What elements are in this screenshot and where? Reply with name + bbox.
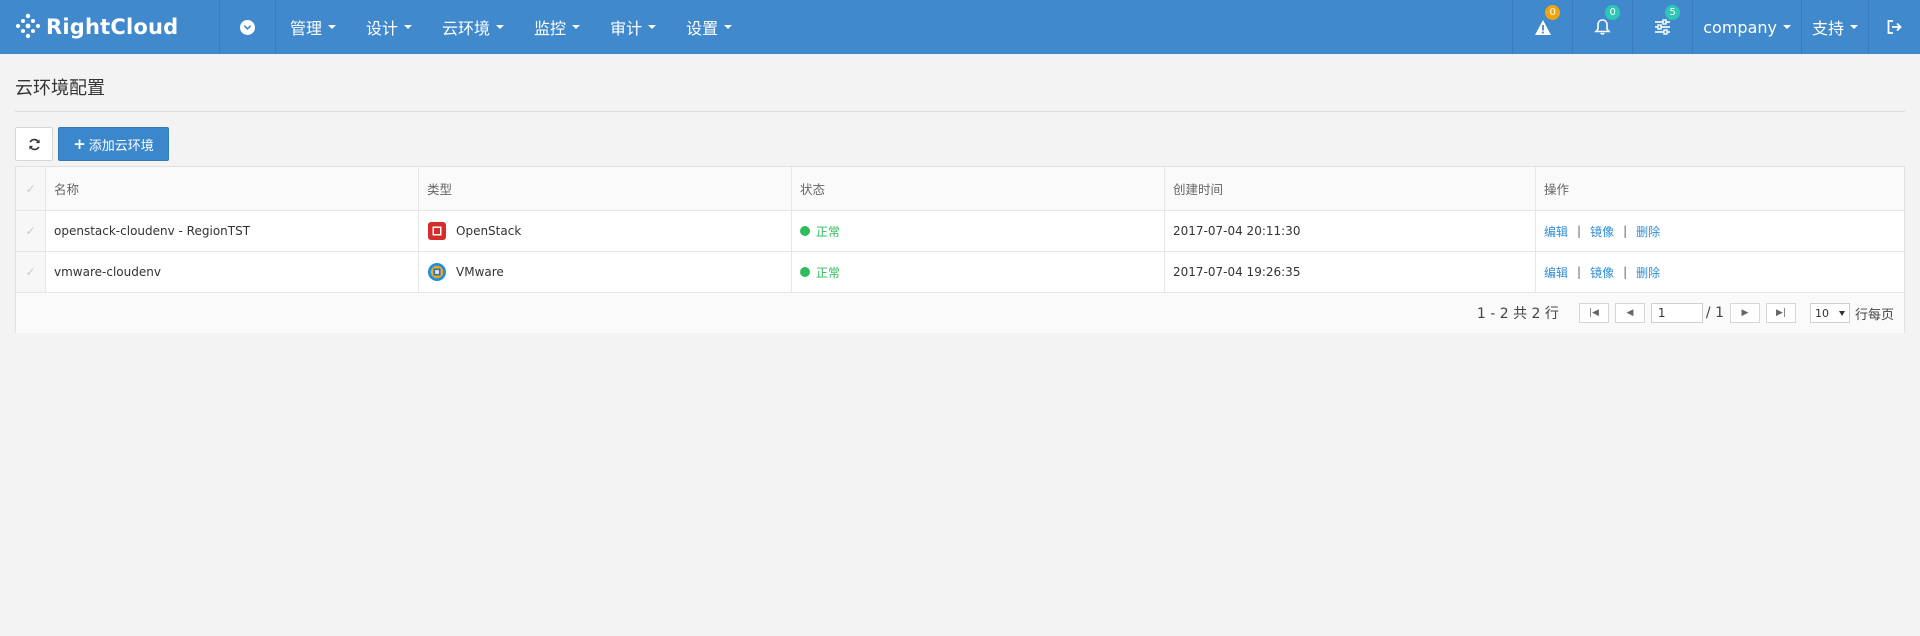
check-icon: ✓ [25,181,36,196]
separator: | [1577,224,1582,238]
env-type: OpenStack [419,211,792,251]
check-icon: ✓ [25,224,36,238]
next-page-button[interactable]: ▶ [1729,303,1760,323]
nav-toggle[interactable] [220,0,276,54]
row-checkbox[interactable]: ✓ [16,211,46,251]
edit-link[interactable]: 编辑 [1544,264,1568,281]
caret-down-icon [724,25,733,29]
menu-cloud-env[interactable]: 云环境 [442,15,505,39]
total-pages: / 1 [1705,305,1724,321]
pagination: 1 - 2 共 2 行 |◀ ◀ / 1 ▶ ▶| 10 行每页 [16,293,1904,333]
menu-manage[interactable]: 管理 [290,15,337,39]
image-link[interactable]: 镜像 [1590,223,1614,240]
cloud-env-table: ✓ 名称 类型 状态 创建时间 操作 ✓ openstack-cloudenv … [15,166,1905,333]
row-checkbox[interactable]: ✓ [16,252,46,292]
edit-link[interactable]: 编辑 [1544,223,1568,240]
warning-icon [1534,19,1551,35]
prev-page-icon: ◀ [1626,308,1634,318]
table-header: ✓ 名称 类型 状态 创建时间 操作 [16,167,1904,211]
first-page-button[interactable]: |◀ [1578,303,1609,323]
last-page-icon: ▶| [1776,308,1786,318]
caret-down-icon [328,25,337,29]
refresh-icon [28,138,40,150]
header-type[interactable]: 类型 [419,167,792,210]
next-page-icon: ▶ [1741,308,1749,318]
row-actions: 编辑 | 镜像 | 删除 [1536,211,1904,251]
separator: | [1623,224,1628,238]
select-all-checkbox[interactable]: ✓ [16,167,46,210]
delete-link[interactable]: 删除 [1636,223,1660,240]
page-size-select[interactable]: 10 [1809,303,1850,323]
bell-icon [1594,19,1611,35]
header-created[interactable]: 创建时间 [1165,167,1536,210]
notifications-button[interactable]: 0 [1572,0,1632,54]
caret-down-icon [648,25,657,29]
refresh-button[interactable] [15,127,53,161]
header-status[interactable]: 状态 [792,167,1165,210]
company-menu[interactable]: company [1692,0,1801,54]
caret-down-icon [404,25,413,29]
top-navbar: RightCloud 管理 设计 云环境 监控 审计 设置 0 0 5 comp… [0,0,1920,54]
notifications-badge: 0 [1605,5,1621,20]
menu-monitor[interactable]: 监控 [534,15,581,39]
main-menu: 管理 设计 云环境 监控 审计 设置 [276,0,762,54]
env-name: vmware-cloudenv [46,252,419,292]
separator: | [1623,265,1628,279]
logout-icon [1887,20,1902,34]
env-name: openstack-cloudenv - RegionTST [46,211,419,251]
last-page-button[interactable]: ▶| [1765,303,1796,323]
status-ok-icon [800,226,810,236]
check-icon: ✓ [25,265,36,279]
separator: | [1577,265,1582,279]
menu-settings[interactable]: 设置 [686,15,733,39]
pagination-info: 1 - 2 共 2 行 [1476,306,1559,322]
chevron-down-circle-icon [240,19,255,35]
dropdown-arrow-icon [1838,310,1845,316]
env-created: 2017-07-04 20:11:30 [1165,211,1536,251]
support-menu[interactable]: 支持 [1800,0,1868,54]
header-ops: 操作 [1544,182,1570,197]
add-cloud-env-button[interactable]: + 添加云环境 [58,127,169,161]
caret-down-icon [496,25,505,29]
rightcloud-logo-icon [16,13,40,39]
env-created: 2017-07-04 19:26:35 [1165,252,1536,292]
image-link[interactable]: 镜像 [1590,264,1614,281]
menu-audit[interactable]: 审计 [610,15,657,39]
table-row[interactable]: ✓ openstack-cloudenv - RegionTST OpenSta… [16,211,1904,252]
page-number-input[interactable] [1650,303,1703,323]
nav-right: 0 0 5 company 支持 [1512,0,1920,54]
plus-icon: + [73,135,86,153]
vmware-icon [428,263,446,281]
delete-link[interactable]: 删除 [1636,264,1660,281]
env-status: 正常 [792,252,1165,292]
tasks-button[interactable]: 5 [1632,0,1692,54]
per-page-label: 行每页 [1854,307,1894,323]
caret-down-icon [1850,25,1858,29]
prev-page-button[interactable]: ◀ [1614,303,1645,323]
first-page-icon: |◀ [1588,308,1599,318]
alerts-button[interactable]: 0 [1512,0,1572,54]
row-actions: 编辑 | 镜像 | 删除 [1536,252,1904,292]
tasks-badge: 5 [1665,5,1681,20]
env-type: VMware [419,252,792,292]
brand-name: RightCloud [46,15,179,39]
page-title: 云环境配置 [15,78,105,99]
header-name[interactable]: 名称 [46,167,419,210]
openstack-icon [428,222,446,240]
caret-down-icon [1782,25,1791,29]
alerts-badge: 0 [1545,5,1561,20]
brand[interactable]: RightCloud [0,0,220,54]
logout-button[interactable] [1868,0,1920,54]
title-divider [15,111,1905,112]
caret-down-icon [572,25,581,29]
env-status: 正常 [792,211,1165,251]
table-row[interactable]: ✓ vmware-cloudenv VMware 正常 2017-07-04 1… [16,252,1904,293]
menu-design[interactable]: 设计 [366,15,413,39]
status-ok-icon [800,267,810,277]
sliders-icon [1655,19,1671,35]
